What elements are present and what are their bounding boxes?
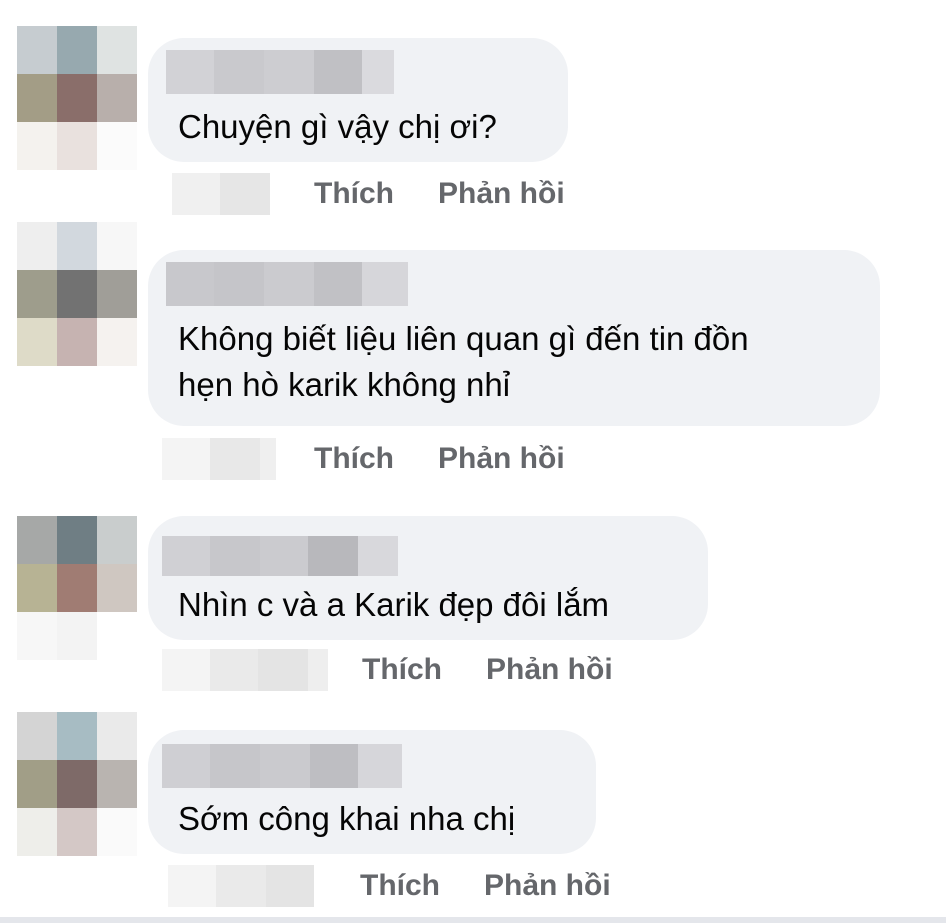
avatar[interactable] bbox=[17, 516, 137, 660]
comment-text-line: Nhìn c và a Karik đẹp đôi lắm bbox=[178, 586, 610, 623]
timestamp[interactable] bbox=[162, 438, 276, 480]
comment-bubble: Chuyện gì vậy chị ơi? bbox=[148, 38, 568, 162]
comment-actions: Thích Phản hồi bbox=[168, 865, 611, 907]
timestamp[interactable] bbox=[172, 173, 270, 215]
author-name[interactable] bbox=[162, 744, 402, 788]
author-name[interactable] bbox=[166, 50, 394, 94]
comment-text-line: Chuyện gì vậy chị ơi? bbox=[178, 108, 497, 145]
comment-text: Nhìn c và a Karik đẹp đôi lắm bbox=[178, 582, 609, 628]
comment-text: Chuyện gì vậy chị ơi? bbox=[178, 104, 497, 150]
bottom-divider bbox=[0, 917, 946, 923]
like-button[interactable]: Thích bbox=[360, 869, 440, 903]
avatar[interactable] bbox=[17, 712, 137, 856]
comment-bubble: Sớm công khai nha chị bbox=[148, 730, 596, 854]
avatar[interactable] bbox=[17, 26, 137, 170]
timestamp[interactable] bbox=[168, 865, 314, 907]
comment-text-line: Không biết liệu liên quan gì đến tin đồn bbox=[178, 320, 749, 357]
comment-bubble: Nhìn c và a Karik đẹp đôi lắm bbox=[148, 516, 708, 640]
reply-button[interactable]: Phản hồi bbox=[438, 442, 565, 476]
like-button[interactable]: Thích bbox=[362, 653, 442, 687]
avatar[interactable] bbox=[17, 222, 137, 366]
reply-button[interactable]: Phản hồi bbox=[484, 869, 611, 903]
comment-actions: Thích Phản hồi bbox=[162, 438, 565, 480]
comment-actions: Thích Phản hồi bbox=[162, 649, 613, 691]
comment-bubble: Không biết liệu liên quan gì đến tin đồn… bbox=[148, 250, 880, 426]
like-button[interactable]: Thích bbox=[314, 442, 394, 476]
comment-text-line: hẹn hò karik không nhỉ bbox=[178, 366, 511, 403]
author-name[interactable] bbox=[166, 262, 408, 306]
reply-button[interactable]: Phản hồi bbox=[438, 177, 565, 211]
author-name[interactable] bbox=[162, 536, 398, 576]
comment-actions: Thích Phản hồi bbox=[172, 173, 565, 215]
comment-text: Sớm công khai nha chị bbox=[178, 796, 515, 842]
comment-text: Không biết liệu liên quan gì đến tin đồn… bbox=[178, 316, 749, 408]
like-button[interactable]: Thích bbox=[314, 177, 394, 211]
reply-button[interactable]: Phản hồi bbox=[486, 653, 613, 687]
comment-text-line: Sớm công khai nha chị bbox=[178, 800, 516, 837]
timestamp[interactable] bbox=[162, 649, 328, 691]
